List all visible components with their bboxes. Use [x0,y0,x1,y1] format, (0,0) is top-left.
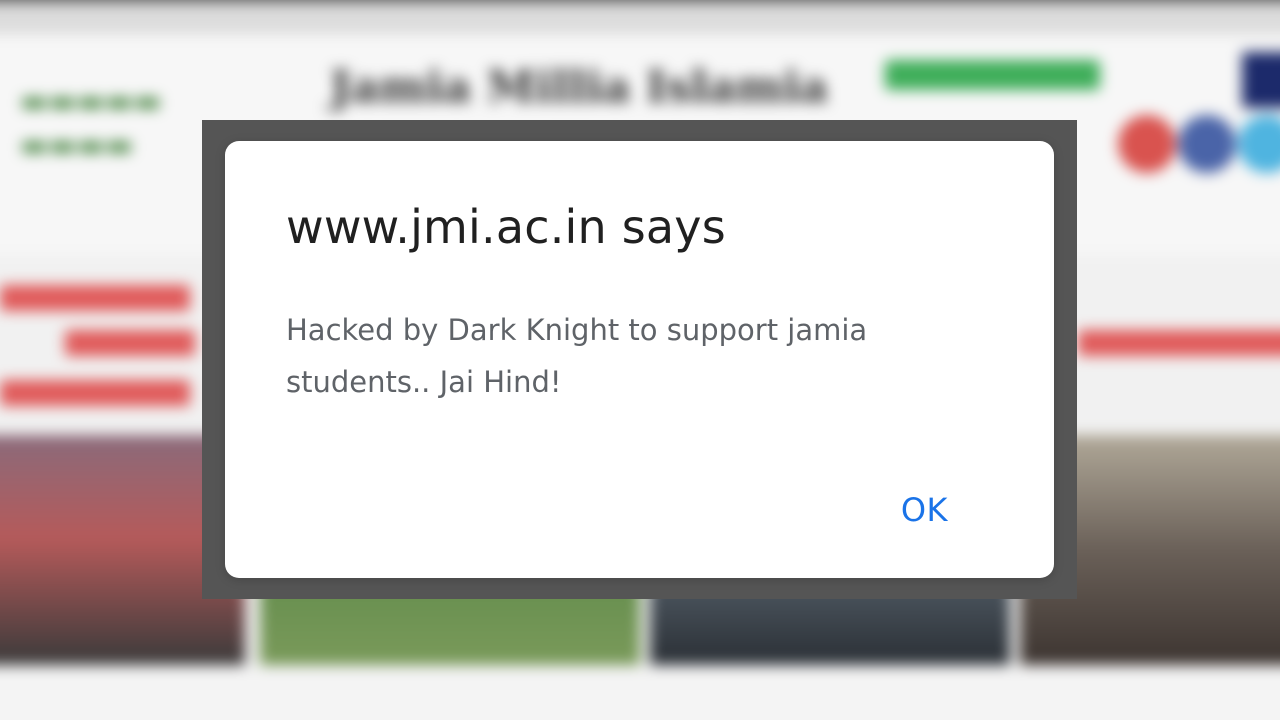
header-navy-box [1242,52,1280,108]
site-footer-strip [0,670,1280,720]
dialog-message: Hacked by Dark Knight to support jamia s… [286,313,868,399]
social-icon-blue [1178,115,1236,173]
news-ticker-line [0,285,190,311]
news-ticker-line [65,330,195,356]
social-icon-red [1118,115,1176,173]
browser-alert-dialog: www.jmi.ac.in says Hacked by Dark Knight… [225,141,1054,578]
header-green-button [885,60,1100,90]
ok-button[interactable]: OK [891,485,958,535]
site-logo-hindi-text: ▬▬▬▬▬ ▬▬▬▬ [20,84,162,163]
site-utility-bar [0,2,1280,34]
site-title: Jamia Millia Islamia [330,62,829,113]
dialog-title: www.jmi.ac.in says [286,200,726,254]
news-ticker-line [1078,330,1280,356]
news-ticker-line [0,380,190,406]
